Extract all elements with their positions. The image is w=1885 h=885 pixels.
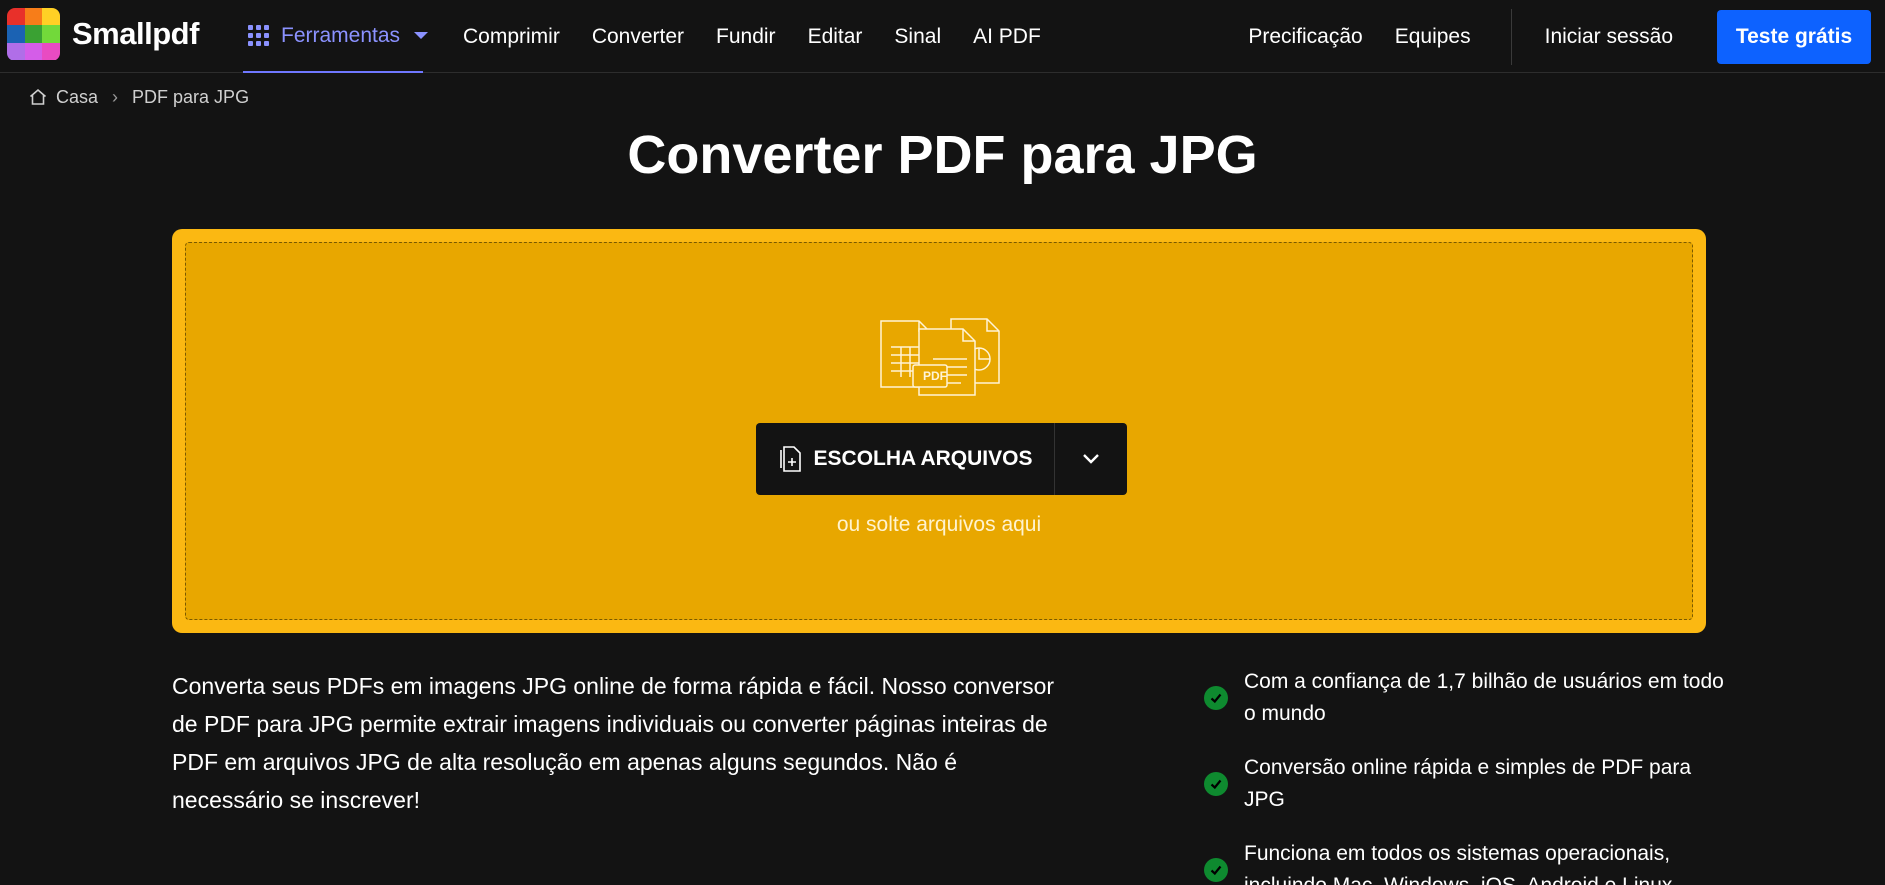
breadcrumb-home[interactable]: Casa bbox=[56, 87, 98, 108]
nav-divider bbox=[1510, 8, 1512, 65]
choose-files-label: ESCOLHA ARQUIVOS bbox=[813, 447, 1033, 470]
free-trial-button[interactable]: Teste grátis bbox=[1717, 9, 1871, 64]
pdf-badge-text: PDF bbox=[923, 369, 947, 383]
signin-link[interactable]: Iniciar sessão bbox=[1545, 25, 1673, 49]
logo-cell bbox=[42, 42, 60, 61]
feature-item: Funciona em todos os sistemas operaciona… bbox=[1204, 838, 1724, 885]
breadcrumb-separator: › bbox=[112, 86, 119, 107]
logo-cell bbox=[42, 25, 60, 43]
file-dropzone[interactable]: PDF ESCOLHA ARQUIVOS ou solte arquivos a… bbox=[172, 229, 1706, 633]
logo-text: Smallpdf bbox=[72, 16, 199, 51]
nav-link-convert[interactable]: Converter bbox=[592, 25, 684, 49]
feature-text: Com a confiança de 1,7 bilhão de usuário… bbox=[1244, 670, 1724, 725]
tool-description: Converta seus PDFs em imagens JPG online… bbox=[172, 673, 1055, 813]
source-dropdown-button[interactable] bbox=[1055, 423, 1127, 495]
home-icon[interactable] bbox=[28, 87, 48, 107]
logo-cell bbox=[24, 42, 43, 61]
feature-text: Conversão online rápida e simples de PDF… bbox=[1244, 756, 1692, 811]
logo-cell bbox=[7, 42, 25, 61]
nav-link-compress[interactable]: Comprimir bbox=[463, 25, 560, 49]
top-navigation: Smallpdf Ferramentas Comprimir Converter… bbox=[0, 0, 1885, 73]
feature-list: Com a confiança de 1,7 bilhão de usuário… bbox=[1204, 666, 1724, 885]
drop-hint: ou solte arquivos aqui bbox=[836, 513, 1042, 536]
dropzone-inner[interactable]: PDF ESCOLHA ARQUIVOS ou solte arquivos a… bbox=[185, 242, 1693, 620]
page-title: Converter PDF para JPG bbox=[627, 125, 1258, 185]
nav-link-teams[interactable]: Equipes bbox=[1395, 25, 1471, 49]
check-circle-icon bbox=[1204, 858, 1228, 882]
nav-link-edit[interactable]: Editar bbox=[808, 25, 863, 49]
choose-files-button[interactable]: ESCOLHA ARQUIVOS bbox=[756, 423, 1054, 495]
documents-icon bbox=[880, 318, 1000, 396]
logo[interactable]: Smallpdf bbox=[7, 7, 199, 61]
check-circle-icon bbox=[1204, 686, 1228, 710]
tools-menu-label: Ferramentas bbox=[281, 23, 401, 47]
nav-link-merge[interactable]: Fundir bbox=[716, 25, 776, 49]
feature-item: Conversão online rápida e simples de PDF… bbox=[1204, 752, 1724, 816]
add-file-icon bbox=[779, 446, 801, 472]
breadcrumb-current: PDF para JPG bbox=[132, 86, 250, 107]
nav-links: Comprimir Converter Fundir Editar Sinal … bbox=[463, 0, 1073, 73]
logo-cell bbox=[42, 7, 60, 26]
nav-link-pricing[interactable]: Precificação bbox=[1248, 25, 1362, 49]
nav-right: Precificação Equipes Iniciar sessão Test… bbox=[1248, 0, 1885, 73]
logo-cell bbox=[7, 7, 25, 26]
chevron-down-icon bbox=[1083, 454, 1099, 464]
grid-dots-icon bbox=[248, 25, 269, 46]
nav-link-sign[interactable]: Sinal bbox=[894, 25, 941, 49]
feature-item: Com a confiança de 1,7 bilhão de usuário… bbox=[1204, 666, 1724, 730]
breadcrumb: Casa › PDF para JPG bbox=[28, 85, 249, 109]
logo-cell bbox=[24, 25, 43, 43]
nav-link-ai-pdf[interactable]: AI PDF bbox=[973, 25, 1041, 49]
choose-files-group: ESCOLHA ARQUIVOS bbox=[756, 423, 1127, 495]
logo-cell bbox=[24, 7, 43, 26]
logo-icon bbox=[7, 7, 60, 61]
caret-down-icon bbox=[414, 32, 429, 39]
check-circle-icon bbox=[1204, 772, 1228, 796]
logo-cell bbox=[7, 25, 25, 43]
feature-text: Funciona em todos os sistemas operaciona… bbox=[1244, 842, 1672, 885]
tools-menu-button[interactable]: Ferramentas bbox=[243, 0, 429, 73]
